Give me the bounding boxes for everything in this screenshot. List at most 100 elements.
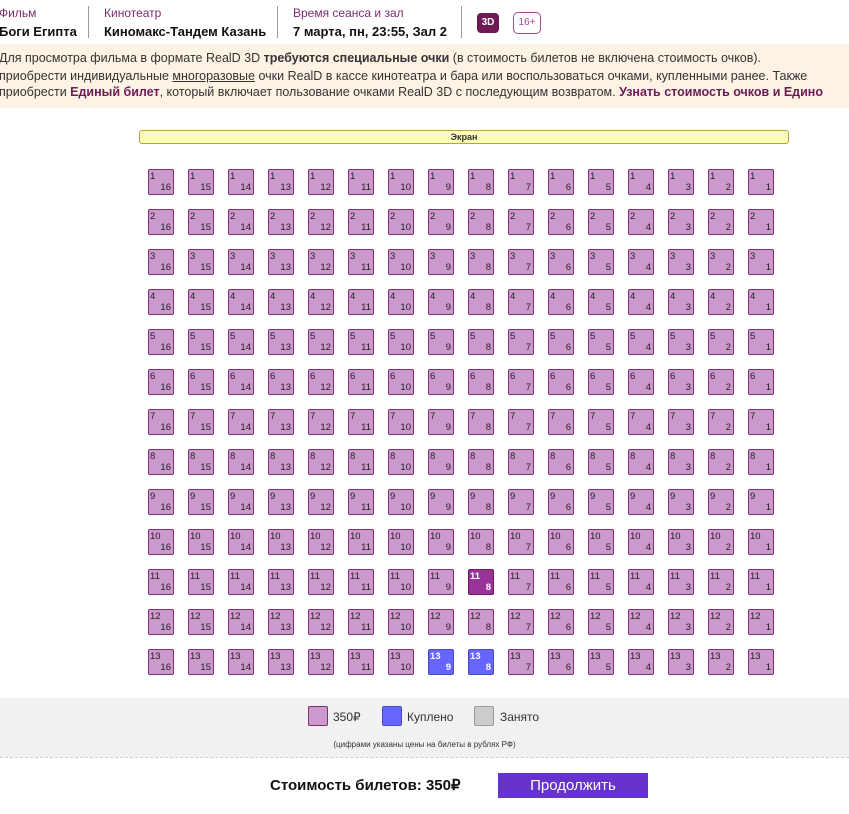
seat[interactable]: 7 16 bbox=[148, 409, 174, 435]
seat[interactable]: 49 bbox=[428, 289, 454, 315]
seat[interactable]: 53 bbox=[668, 329, 694, 355]
seat[interactable]: 13 16 bbox=[148, 649, 174, 675]
seat[interactable]: 64 bbox=[628, 369, 654, 395]
seat[interactable]: 9 11 bbox=[348, 489, 374, 515]
seat[interactable]: 112 bbox=[308, 169, 334, 195]
seat[interactable]: 7 15 bbox=[188, 409, 214, 435]
seat[interactable]: 8 16 bbox=[148, 449, 174, 475]
seat[interactable]: 17 bbox=[508, 169, 534, 195]
seat[interactable]: 25 bbox=[588, 209, 614, 235]
continue-button[interactable]: Продолжить bbox=[498, 773, 648, 798]
seat[interactable]: 2 10 bbox=[388, 209, 414, 235]
seat[interactable]: 6 12 bbox=[308, 369, 334, 395]
seat[interactable]: 2 15 bbox=[188, 209, 214, 235]
seat[interactable]: 98 bbox=[468, 489, 494, 515]
seat[interactable]: 6 10 bbox=[388, 369, 414, 395]
seat[interactable]: 19 bbox=[428, 169, 454, 195]
seat[interactable]: 34 bbox=[628, 249, 654, 275]
seat[interactable]: 23 bbox=[668, 209, 694, 235]
seat[interactable]: 87 bbox=[508, 449, 534, 475]
seat[interactable]: 10 3 bbox=[668, 529, 694, 555]
seat[interactable]: 99 bbox=[428, 489, 454, 515]
seat[interactable]: 3 14 bbox=[228, 249, 254, 275]
seat[interactable]: 93 bbox=[668, 489, 694, 515]
seat[interactable]: 28 bbox=[468, 209, 494, 235]
seat[interactable]: 13 8 bbox=[468, 649, 494, 675]
seat[interactable]: 8 12 bbox=[308, 449, 334, 475]
seat[interactable]: 54 bbox=[628, 329, 654, 355]
seat[interactable]: 38 bbox=[468, 249, 494, 275]
seat[interactable]: 4 12 bbox=[308, 289, 334, 315]
seat[interactable]: 44 bbox=[628, 289, 654, 315]
seat[interactable]: 68 bbox=[468, 369, 494, 395]
seat[interactable]: 7 10 bbox=[388, 409, 414, 435]
seat[interactable]: 6 13 bbox=[268, 369, 294, 395]
seat[interactable]: 48 bbox=[468, 289, 494, 315]
seat[interactable]: 10 10 bbox=[388, 529, 414, 555]
seat[interactable]: 8 10 bbox=[388, 449, 414, 475]
seat[interactable]: 6 14 bbox=[228, 369, 254, 395]
seat[interactable]: 3 11 bbox=[348, 249, 374, 275]
seat[interactable]: 76 bbox=[548, 409, 574, 435]
seat[interactable]: 10 2 bbox=[708, 529, 734, 555]
seat[interactable]: 11 8 bbox=[468, 569, 494, 595]
seat[interactable]: 12 11 bbox=[348, 609, 374, 635]
seat[interactable]: 2 14 bbox=[228, 209, 254, 235]
seat[interactable]: 12 10 bbox=[388, 609, 414, 635]
seat[interactable]: 16 bbox=[548, 169, 574, 195]
seat[interactable]: 10 6 bbox=[548, 529, 574, 555]
seat[interactable]: 3 12 bbox=[308, 249, 334, 275]
seat[interactable]: 112 bbox=[708, 569, 734, 595]
seat[interactable]: 4 11 bbox=[348, 289, 374, 315]
seat[interactable]: 13 3 bbox=[668, 649, 694, 675]
seat[interactable]: 29 bbox=[428, 209, 454, 235]
seat[interactable]: 12 15 bbox=[188, 609, 214, 635]
seat[interactable]: 11 7 bbox=[508, 569, 534, 595]
seat[interactable]: 10 8 bbox=[468, 529, 494, 555]
seat[interactable]: 12 13 bbox=[268, 609, 294, 635]
seat[interactable]: 5 14 bbox=[228, 329, 254, 355]
seat[interactable]: 35 bbox=[588, 249, 614, 275]
seat[interactable]: 88 bbox=[468, 449, 494, 475]
seat[interactable]: 13 14 bbox=[228, 649, 254, 675]
seat[interactable]: 8 14 bbox=[228, 449, 254, 475]
seat[interactable]: 12 3 bbox=[668, 609, 694, 635]
seat[interactable]: 77 bbox=[508, 409, 534, 435]
seat[interactable]: 9 10 bbox=[388, 489, 414, 515]
seat[interactable]: 10 5 bbox=[588, 529, 614, 555]
seat[interactable]: 2 16 bbox=[148, 209, 174, 235]
seat[interactable]: 113 bbox=[268, 169, 294, 195]
seat[interactable]: 85 bbox=[588, 449, 614, 475]
seat[interactable]: 45 bbox=[588, 289, 614, 315]
seat[interactable]: 11 bbox=[748, 169, 774, 195]
seat[interactable]: 6 11 bbox=[348, 369, 374, 395]
seat[interactable]: 111 bbox=[348, 169, 374, 195]
seat[interactable]: 6 16 bbox=[148, 369, 174, 395]
seat[interactable]: 12 2 bbox=[708, 609, 734, 635]
seat[interactable]: 5 10 bbox=[388, 329, 414, 355]
seat[interactable]: 92 bbox=[708, 489, 734, 515]
seat[interactable]: 7 13 bbox=[268, 409, 294, 435]
seat[interactable]: 31 bbox=[748, 249, 774, 275]
seat[interactable]: 51 bbox=[748, 329, 774, 355]
seat[interactable]: 78 bbox=[468, 409, 494, 435]
seat[interactable]: 42 bbox=[708, 289, 734, 315]
seat[interactable]: 56 bbox=[548, 329, 574, 355]
seat[interactable]: 18 bbox=[468, 169, 494, 195]
seat[interactable]: 12 4 bbox=[628, 609, 654, 635]
seat[interactable]: 84 bbox=[628, 449, 654, 475]
seat[interactable]: 7 14 bbox=[228, 409, 254, 435]
seat[interactable]: 36 bbox=[548, 249, 574, 275]
seat[interactable]: 46 bbox=[548, 289, 574, 315]
seat[interactable]: 94 bbox=[628, 489, 654, 515]
seat[interactable]: 8 13 bbox=[268, 449, 294, 475]
seat[interactable]: 39 bbox=[428, 249, 454, 275]
seat[interactable]: 11 16 bbox=[148, 569, 174, 595]
seat[interactable]: 12 1 bbox=[748, 609, 774, 635]
seat[interactable]: 95 bbox=[588, 489, 614, 515]
seat[interactable]: 10 15 bbox=[188, 529, 214, 555]
seat[interactable]: 113 bbox=[668, 569, 694, 595]
seat[interactable]: 12 16 bbox=[148, 609, 174, 635]
seat[interactable]: 12 14 bbox=[228, 609, 254, 635]
seat[interactable]: 59 bbox=[428, 329, 454, 355]
